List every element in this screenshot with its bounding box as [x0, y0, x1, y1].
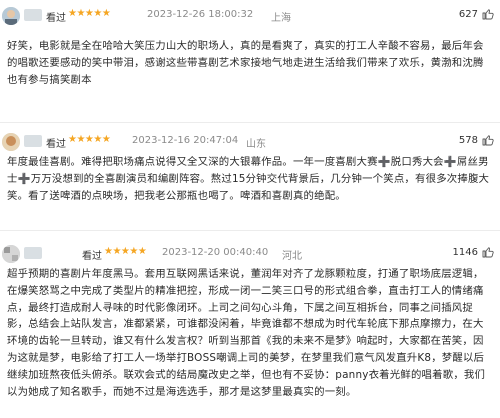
- review-location: 上海: [271, 13, 291, 24]
- review-location: 河北: [282, 251, 302, 262]
- review-text: 超乎预期的喜剧片年度黑马。套用互联网黑话来说，董润年对齐了龙豚颗粒度，打通了职场…: [7, 268, 486, 398]
- review-time: 2023-12-16 20:47:04: [132, 135, 239, 146]
- divider: [0, 230, 500, 231]
- thumbs-up-icon[interactable]: [482, 8, 494, 20]
- user-name-redacted[interactable]: [24, 135, 42, 147]
- review-item: 看过 ★★★★★ 2023-12-16 20:47:04 山东 578 年度最佳…: [0, 132, 500, 250]
- review-list: 看过 ★★★★★ 2023-12-26 18:00:32 上海 627 好笑，电…: [0, 0, 500, 418]
- review-header: 看过 ★★★★★ 2023-12-20 00:40:40 河北 1146: [0, 244, 500, 264]
- rating-stars: ★★★★★: [68, 8, 111, 19]
- review-item: 看过 ★★★★★ 2023-12-26 18:00:32 上海 627 好笑，电…: [0, 6, 500, 116]
- like-count: 627: [458, 9, 478, 20]
- review-header: 看过 ★★★★★ 2023-12-16 20:47:04 山东 578: [0, 132, 500, 152]
- avatar-image: [2, 245, 20, 263]
- review-item: 看过 ★★★★★ 2023-12-20 00:40:40 河北 1146 超乎预…: [0, 244, 500, 418]
- thumbs-up-icon[interactable]: [482, 246, 494, 258]
- review-time: 2023-12-20 00:40:40: [162, 247, 269, 258]
- review-text: 年度最佳喜剧。难得把职场痛点说得又全又深的大银幕作品。一年一度喜剧大赛➕脱口秀大…: [7, 156, 490, 202]
- rating-stars: ★★★★★: [68, 134, 111, 145]
- review-time: 2023-12-26 18:00:32: [147, 9, 254, 20]
- user-name-redacted[interactable]: [24, 9, 42, 21]
- avatar[interactable]: [2, 133, 20, 151]
- watch-status: 看过: [82, 251, 102, 262]
- watch-status: 看过: [46, 13, 66, 24]
- divider: [0, 122, 500, 123]
- review-text: 好笑，电影就是全在哈哈大笑压力山大的职场人，真的是看爽了，真实的打工人辛酸不容易…: [7, 40, 484, 86]
- thumbs-up-icon[interactable]: [482, 134, 494, 146]
- avatar[interactable]: [2, 7, 20, 25]
- user-name-redacted[interactable]: [24, 247, 42, 259]
- review-header: 看过 ★★★★★ 2023-12-26 18:00:32 上海 627: [0, 6, 500, 26]
- rating-stars: ★★★★★: [104, 246, 147, 257]
- avatar[interactable]: [2, 245, 20, 263]
- like-count: 1146: [452, 247, 478, 258]
- like-count: 578: [458, 135, 478, 146]
- avatar-image: [2, 133, 20, 151]
- avatar-image: [2, 7, 20, 25]
- review-location: 山东: [246, 139, 266, 150]
- watch-status: 看过: [46, 139, 66, 150]
